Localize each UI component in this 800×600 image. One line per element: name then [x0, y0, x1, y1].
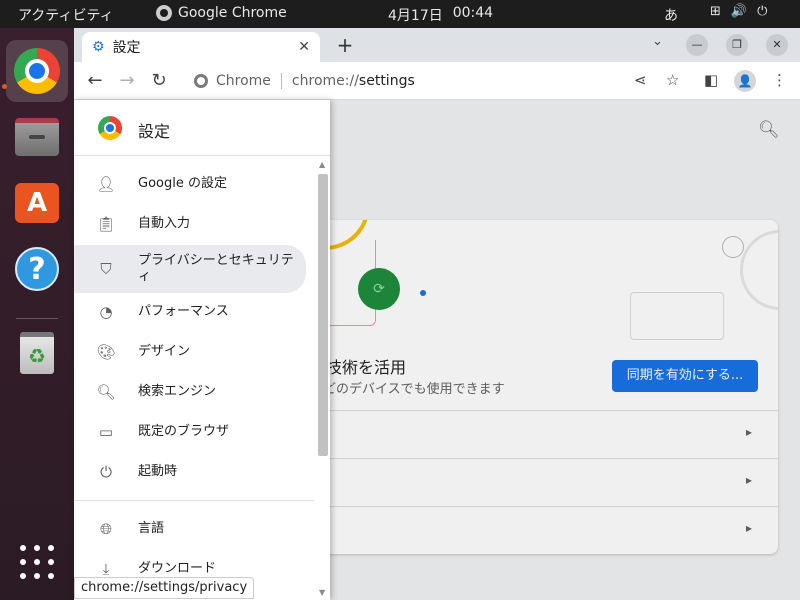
menu-item-search-engine[interactable]: 🔍︎ 検索エンジン	[74, 372, 306, 412]
browser-window-icon: ▭	[98, 423, 114, 441]
system-tray[interactable]: ⊞ 🔊 ⏻	[710, 4, 767, 19]
menu-item-label: プライバシーとセキュリティ	[138, 253, 294, 284]
menu-item-privacy-security[interactable]: ⛉ プライバシーとセキュリティ	[74, 245, 306, 293]
maximize-button[interactable]: ❐	[726, 34, 748, 56]
close-tab-icon[interactable]: ✕	[298, 39, 310, 55]
dock-trash[interactable]: ♻	[6, 322, 68, 384]
menu-item-label: ダウンロード	[138, 561, 217, 576]
minimize-button[interactable]: —	[686, 34, 708, 56]
omnibox-site-label: Chrome	[216, 73, 271, 89]
drawer-title: 設定	[138, 122, 171, 141]
person-icon: 👤︎	[96, 175, 116, 193]
tab-strip: ⚙ 設定 ✕ + ⌄ — ❐ ✕	[74, 28, 800, 62]
menu-item-performance[interactable]: ◔ パフォーマンス	[74, 292, 306, 332]
omnibox-divider	[280, 73, 282, 89]
dock-files[interactable]	[6, 106, 68, 168]
chrome-window: ⚙ 設定 ✕ + ⌄ — ❐ ✕ ← → ↻ Chrome chrome://s…	[74, 28, 800, 600]
menu-item-label: 起動時	[138, 464, 178, 479]
side-panel-icon[interactable]: ◧	[704, 71, 718, 89]
menu-item-label: 検索エンジン	[138, 384, 217, 399]
running-indicator	[2, 84, 7, 89]
menu-item-label: 自動入力	[138, 216, 191, 231]
clock[interactable]: 4月17日 00:44	[388, 5, 493, 25]
menu-item-label: 既定のブラウザ	[138, 424, 230, 439]
chrome-app-icon	[156, 5, 172, 21]
gear-icon: ⚙	[92, 39, 105, 55]
clipboard-icon: 📋︎	[96, 215, 116, 233]
menu-item-label: デザイン	[138, 344, 191, 359]
menu-divider	[74, 500, 314, 501]
toolbar: ← → ↻ Chrome chrome://settings ⋖ ☆ ◧ 👤 ⋮	[74, 62, 800, 100]
omnibox[interactable]: Chrome chrome://settings	[184, 66, 664, 96]
menu-item-label: パフォーマンス	[138, 304, 229, 319]
reload-button[interactable]: ↻	[148, 70, 170, 91]
share-icon[interactable]: ⋖	[634, 71, 647, 89]
forward-button[interactable]: →	[116, 70, 138, 91]
drawer-scrollbar[interactable]: ▲ ▼	[316, 160, 330, 600]
bookmark-star-icon[interactable]: ☆	[666, 71, 679, 89]
speedometer-icon: ◔	[99, 303, 113, 321]
tab-settings[interactable]: ⚙ 設定 ✕	[82, 32, 320, 62]
chrome-site-icon	[194, 74, 208, 88]
chrome-icon	[14, 48, 60, 94]
menu-item-label: 言語	[138, 521, 165, 536]
download-icon: ⤓	[102, 560, 110, 578]
power-menu-icon: ⏻	[757, 4, 768, 19]
dock-separator	[16, 318, 58, 319]
menu-item-languages[interactable]: 🌐︎ 言語	[74, 509, 306, 549]
show-apps-icon[interactable]	[20, 545, 54, 579]
network-icon: ⊞	[710, 4, 721, 19]
more-menu-icon[interactable]: ⋮	[772, 71, 787, 89]
system-top-bar: アクティビティ Google Chrome 4月17日 00:44 あ ⊞ 🔊 …	[0, 0, 800, 28]
files-icon	[15, 118, 59, 156]
close-window-button[interactable]: ✕	[766, 34, 788, 56]
menu-item-label: Google の設定	[138, 176, 227, 191]
scroll-down-icon[interactable]: ▼	[319, 588, 325, 597]
tab-title: 設定	[112, 40, 141, 56]
help-icon: ?	[15, 247, 59, 291]
app-menu-label: Google Chrome	[178, 5, 287, 21]
dock-help[interactable]: ?	[6, 238, 68, 300]
clock-date: 4月17日	[388, 8, 443, 24]
settings-menu-drawer: 設定 👤︎ Google の設定 📋︎ 自動入力 ⛉ プライバシーとセキュリティ…	[74, 100, 330, 600]
scroll-up-icon[interactable]: ▲	[319, 160, 325, 169]
back-button[interactable]: ←	[84, 70, 106, 91]
clock-time: 00:44	[452, 5, 494, 21]
status-url-bubble: chrome://settings/privacy	[74, 577, 255, 599]
url-path: settings	[358, 73, 415, 89]
dock: A ? ♻	[0, 28, 74, 600]
search-icon: 🔍︎	[96, 383, 116, 401]
menu-item-default-browser[interactable]: ▭ 既定のブラウザ	[74, 412, 306, 452]
palette-icon: 🎨︎	[96, 343, 116, 361]
trash-icon: ♻	[20, 332, 54, 374]
app-menu[interactable]: Google Chrome	[156, 5, 287, 21]
menu-item-google-settings[interactable]: 👤︎ Google の設定	[74, 164, 306, 204]
scrollbar-thumb[interactable]	[318, 174, 328, 456]
power-icon: ⏻	[100, 463, 112, 481]
menu-item-appearance[interactable]: 🎨︎ デザイン	[74, 332, 306, 372]
profile-avatar[interactable]: 👤	[734, 70, 756, 92]
dock-app-center[interactable]: A	[6, 172, 68, 234]
url-prefix: chrome://	[291, 73, 359, 89]
app-store-icon: A	[15, 183, 59, 223]
chrome-logo-icon	[98, 116, 122, 140]
drawer-header: 設定	[74, 100, 330, 156]
tab-search-chevron-icon[interactable]: ⌄	[652, 34, 663, 49]
menu-item-on-startup[interactable]: ⏻ 起動時	[74, 452, 306, 492]
shield-icon: ⛉	[100, 260, 112, 278]
menu-item-autofill[interactable]: 📋︎ 自動入力	[74, 204, 306, 244]
volume-icon: 🔊	[730, 4, 748, 19]
new-tab-button[interactable]: +	[332, 32, 358, 58]
globe-icon: 🌐︎	[99, 520, 112, 538]
input-method-indicator[interactable]: あ	[664, 5, 678, 25]
activities-button[interactable]: アクティビティ	[18, 5, 114, 25]
dock-chrome[interactable]	[6, 40, 68, 102]
